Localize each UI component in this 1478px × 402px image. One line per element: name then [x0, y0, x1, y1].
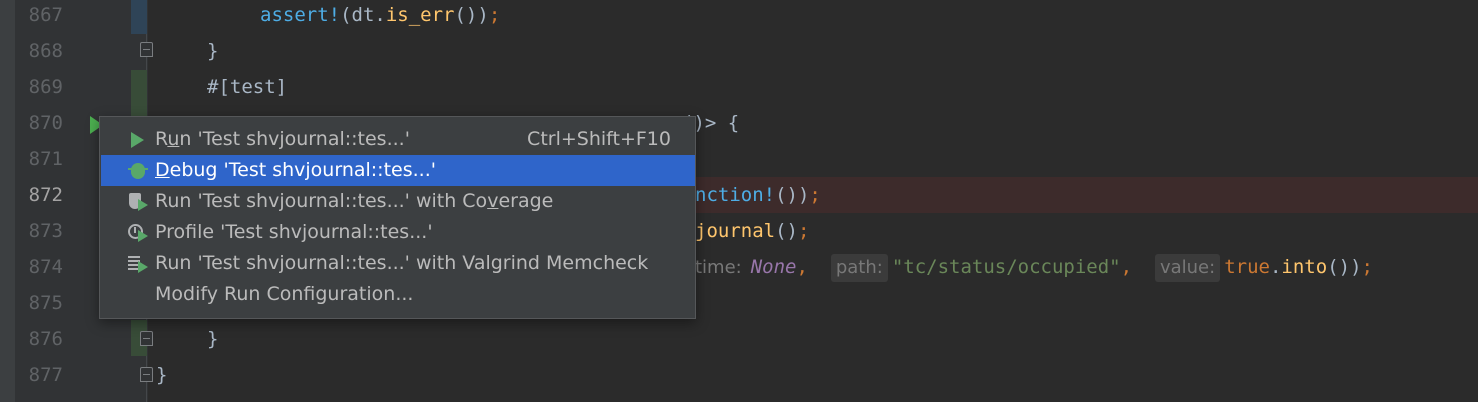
code-line: 877 }: [0, 357, 1478, 393]
code-text: }: [207, 328, 219, 350]
line-number: 867: [28, 4, 63, 26]
code-line: 876 }: [0, 321, 1478, 357]
code-token: ()): [775, 184, 810, 206]
macro-token: assert!: [260, 4, 341, 26]
code-text: assert!(dt.is_err());: [260, 0, 500, 33]
code-token: (): [775, 220, 798, 242]
line-number: 873: [28, 220, 63, 242]
menu-item-shortcut: Ctrl+Shift+F10: [527, 128, 671, 150]
debug-icon: [128, 162, 148, 180]
menu-item-run[interactable]: Run 'Test shvjournal::tes...' Ctrl+Shift…: [101, 124, 695, 155]
code-token: (dt.: [340, 4, 386, 26]
code-line: 868 }: [0, 33, 1478, 69]
menu-item-label: Debug 'Test shvjournal::tes...': [155, 159, 436, 181]
run-context-menu: Run 'Test shvjournal::tes...' Ctrl+Shift…: [99, 116, 696, 319]
code-line: 869 #[test]: [0, 69, 1478, 105]
menu-item-label: Run 'Test shvjournal::tes...' with Valgr…: [155, 252, 649, 274]
run-icon: [128, 131, 148, 149]
function-token: into: [1281, 256, 1328, 278]
menu-item-modify-run-config[interactable]: Modify Run Configuration...: [101, 279, 695, 310]
string-token: "tc/status/occupied": [891, 256, 1121, 278]
coverage-icon: [128, 193, 148, 211]
line-number: 877: [28, 364, 63, 386]
comma: ,: [796, 256, 808, 278]
code-token: ()): [1327, 256, 1362, 278]
menu-item-label: Run 'Test shvjournal::tes...' with Cover…: [155, 190, 554, 212]
code-text: nction!());: [695, 177, 821, 213]
semicolon: ;: [797, 220, 810, 242]
line-number: 868: [28, 40, 63, 62]
code-text: journal();: [695, 213, 809, 249]
profile-icon: [128, 224, 148, 242]
code-token: .: [1269, 256, 1282, 278]
comma: ,: [1120, 256, 1133, 278]
function-token: is_err: [385, 4, 455, 26]
line-number: 872: [28, 184, 63, 206]
param-hint-value: value:: [1154, 254, 1221, 282]
code-line: 867 assert!(dt.is_err());: [0, 0, 1478, 33]
line-number: 876: [28, 328, 63, 350]
menu-item-label: Profile 'Test shvjournal::tes...': [155, 221, 433, 243]
line-number: 870: [28, 112, 63, 134]
semicolon: ;: [488, 4, 501, 26]
menu-item-run-with-coverage[interactable]: Run 'Test shvjournal::tes...' with Cover…: [101, 186, 695, 217]
code-text: time: None, path: "tc/status/occupied", va…: [695, 249, 1373, 285]
code-text: }: [207, 40, 219, 62]
macro-token: nction!: [695, 184, 776, 206]
param-hint-path: path:: [830, 254, 888, 282]
menu-item-debug[interactable]: Debug 'Test shvjournal::tes...': [101, 155, 695, 186]
menu-item-profile[interactable]: Profile 'Test shvjournal::tes...': [101, 217, 695, 248]
line-number: 874: [28, 256, 63, 278]
code-token: ()): [454, 4, 489, 26]
semicolon: ;: [1361, 256, 1373, 278]
attribute-token: #[test]: [207, 76, 288, 98]
none-token: None: [750, 256, 797, 278]
line-number: 871: [28, 148, 63, 170]
bool-token: true: [1224, 256, 1270, 278]
param-hint-time: time:: [695, 257, 742, 278]
menu-item-run-valgrind[interactable]: Run 'Test shvjournal::tes...' with Valgr…: [101, 248, 695, 279]
line-number: 875: [28, 292, 63, 314]
code-text: }: [156, 364, 168, 386]
valgrind-icon: [128, 255, 148, 273]
line-number: 869: [28, 76, 63, 98]
menu-item-label: Run 'Test shvjournal::tes...': [155, 128, 410, 150]
semicolon: ;: [809, 184, 821, 206]
function-token: journal: [695, 220, 776, 242]
menu-item-label: Modify Run Configuration...: [155, 283, 414, 305]
